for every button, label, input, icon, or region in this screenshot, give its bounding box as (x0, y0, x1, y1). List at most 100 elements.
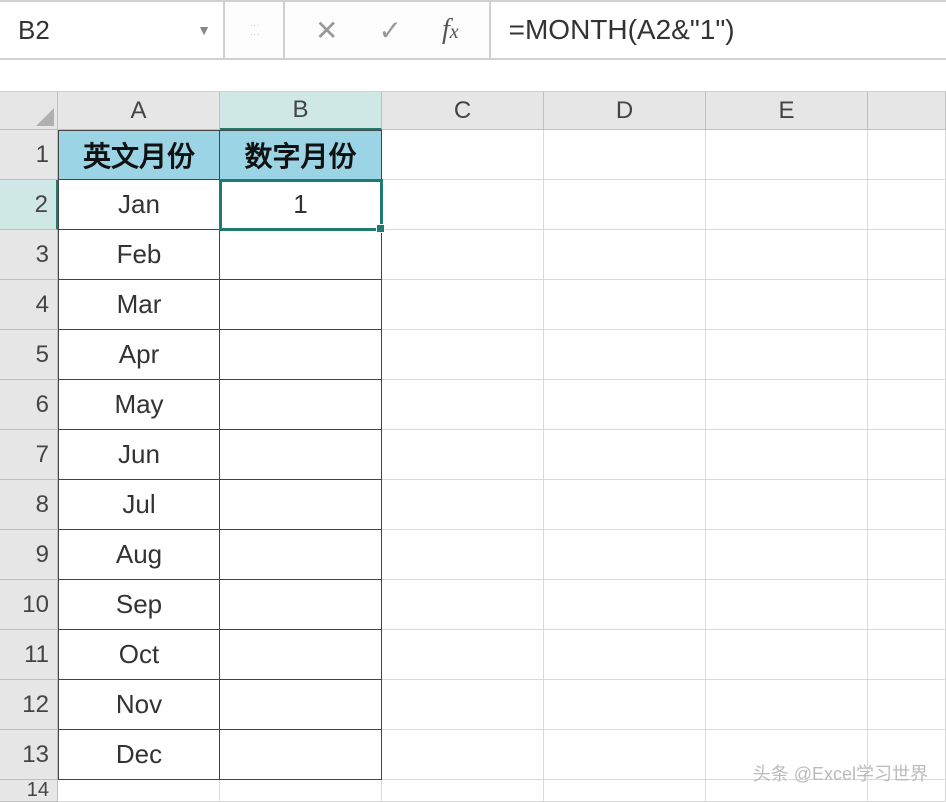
cell-F10[interactable] (868, 580, 946, 630)
cell-A7[interactable]: Jun (58, 430, 220, 480)
cell-D13[interactable] (544, 730, 706, 780)
cell-C4[interactable] (382, 280, 544, 330)
fx-icon[interactable]: fx (442, 14, 459, 46)
cell-E3[interactable] (706, 230, 868, 280)
row-header-13[interactable]: 13 (0, 730, 58, 780)
cell-D3[interactable] (544, 230, 706, 280)
cell-C1[interactable] (382, 130, 544, 180)
row-header-10[interactable]: 10 (0, 580, 58, 630)
cell-A14[interactable] (58, 780, 220, 802)
cell-E5[interactable] (706, 330, 868, 380)
name-box[interactable]: B2 ▼ (0, 2, 225, 58)
cell-B9[interactable] (220, 530, 382, 580)
cell-D9[interactable] (544, 530, 706, 580)
row-header-3[interactable]: 3 (0, 230, 58, 280)
cell-C8[interactable] (382, 480, 544, 530)
cell-D11[interactable] (544, 630, 706, 680)
cell-A10[interactable]: Sep (58, 580, 220, 630)
name-box-dropdown-icon[interactable]: ▼ (197, 22, 211, 38)
cell-E7[interactable] (706, 430, 868, 480)
row-header-5[interactable]: 5 (0, 330, 58, 380)
cell-F7[interactable] (868, 430, 946, 480)
col-header-C[interactable]: C (382, 92, 544, 130)
cell-B11[interactable] (220, 630, 382, 680)
cell-D1[interactable] (544, 130, 706, 180)
cell-A3[interactable]: Feb (58, 230, 220, 280)
cell-E2[interactable] (706, 180, 868, 230)
cell-A11[interactable]: Oct (58, 630, 220, 680)
cell-C3[interactable] (382, 230, 544, 280)
cell-C10[interactable] (382, 580, 544, 630)
row-header-2[interactable]: 2 (0, 180, 58, 230)
cell-B14[interactable] (220, 780, 382, 802)
cell-F2[interactable] (868, 180, 946, 230)
cell-E9[interactable] (706, 530, 868, 580)
cell-C13[interactable] (382, 730, 544, 780)
row-header-9[interactable]: 9 (0, 530, 58, 580)
cell-D12[interactable] (544, 680, 706, 730)
row-header-12[interactable]: 12 (0, 680, 58, 730)
row-header-6[interactable]: 6 (0, 380, 58, 430)
cell-D10[interactable] (544, 580, 706, 630)
select-all-triangle[interactable] (0, 92, 58, 130)
cell-F11[interactable] (868, 630, 946, 680)
cell-B4[interactable] (220, 280, 382, 330)
cell-A4[interactable]: Mar (58, 280, 220, 330)
cell-B6[interactable] (220, 380, 382, 430)
cell-F1[interactable] (868, 130, 946, 180)
cell-F3[interactable] (868, 230, 946, 280)
cell-B8[interactable] (220, 480, 382, 530)
cell-C9[interactable] (382, 530, 544, 580)
cell-A2[interactable]: Jan (58, 180, 220, 230)
cell-C14[interactable] (382, 780, 544, 802)
cell-A6[interactable]: May (58, 380, 220, 430)
cell-F5[interactable] (868, 330, 946, 380)
cell-B10[interactable] (220, 580, 382, 630)
cell-D2[interactable] (544, 180, 706, 230)
cell-A12[interactable]: Nov (58, 680, 220, 730)
cell-C7[interactable] (382, 430, 544, 480)
cell-A8[interactable]: Jul (58, 480, 220, 530)
cell-E1[interactable] (706, 130, 868, 180)
cell-B12[interactable] (220, 680, 382, 730)
cell-B3[interactable] (220, 230, 382, 280)
fill-handle[interactable] (376, 224, 385, 233)
cell-A13[interactable]: Dec (58, 730, 220, 780)
enter-icon[interactable]: ✓ (378, 14, 401, 47)
cell-E10[interactable] (706, 580, 868, 630)
cell-E11[interactable] (706, 630, 868, 680)
cell-E12[interactable] (706, 680, 868, 730)
row-header-7[interactable]: 7 (0, 430, 58, 480)
cell-D14[interactable] (544, 780, 706, 802)
cell-D6[interactable] (544, 380, 706, 430)
row-header-1[interactable]: 1 (0, 130, 58, 180)
cell-B5[interactable] (220, 330, 382, 380)
row-header-14[interactable]: 14 (0, 780, 58, 802)
col-header-F-partial[interactable] (868, 92, 946, 130)
cell-C11[interactable] (382, 630, 544, 680)
cancel-icon[interactable]: ✕ (315, 14, 338, 47)
row-header-8[interactable]: 8 (0, 480, 58, 530)
col-header-D[interactable]: D (544, 92, 706, 130)
formula-input[interactable]: =MONTH(A2&"1") (491, 2, 946, 58)
col-header-E[interactable]: E (706, 92, 868, 130)
cell-A1[interactable]: 英文月份 (58, 130, 220, 180)
cell-E6[interactable] (706, 380, 868, 430)
cell-B13[interactable] (220, 730, 382, 780)
cell-D7[interactable] (544, 430, 706, 480)
row-header-4[interactable]: 4 (0, 280, 58, 330)
cell-C6[interactable] (382, 380, 544, 430)
cell-C2[interactable] (382, 180, 544, 230)
cell-F12[interactable] (868, 680, 946, 730)
cell-E8[interactable] (706, 480, 868, 530)
cell-C5[interactable] (382, 330, 544, 380)
col-header-B[interactable]: B (220, 92, 382, 130)
cell-B2[interactable]: 1 (220, 180, 382, 230)
cell-F9[interactable] (868, 530, 946, 580)
row-header-11[interactable]: 11 (0, 630, 58, 680)
cell-F6[interactable] (868, 380, 946, 430)
cell-F4[interactable] (868, 280, 946, 330)
col-header-A[interactable]: A (58, 92, 220, 130)
cell-B7[interactable] (220, 430, 382, 480)
cell-D8[interactable] (544, 480, 706, 530)
